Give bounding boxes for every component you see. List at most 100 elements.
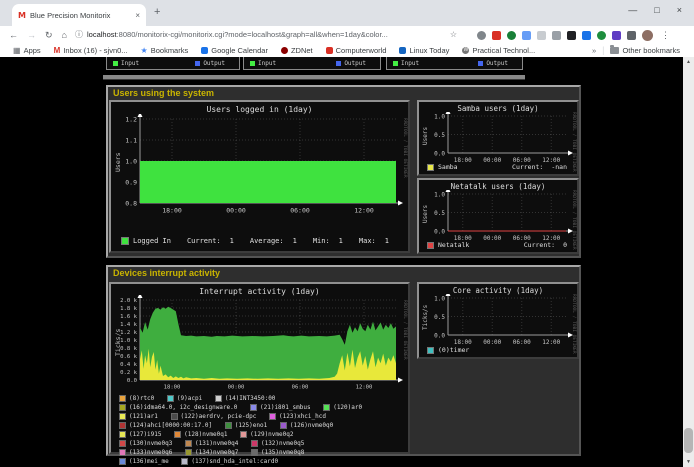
bookmark-linux-today[interactable]: Linux Today [399,46,449,55]
pin-extension-icon[interactable] [612,31,621,40]
svg-text:0.9: 0.9 [125,179,137,187]
zdnet-icon [281,47,288,54]
svg-text:18:00: 18:00 [162,207,182,215]
legend-swatch [185,449,192,456]
scrollbar-thumb[interactable] [684,428,693,453]
globe-extension-icon[interactable] [507,31,516,40]
queue-extension-icon[interactable] [627,31,636,40]
rrdtool-watermark: RRDTOOL / TOBI OETIKER [571,112,576,172]
window-minimize-button[interactable]: — [628,5,637,15]
core-activity-graph: Core activity (1day) Ticks/s 0.00.51.018… [417,282,579,359]
logged-in-swatch [121,237,129,245]
tab-title: Blue Precision Monitorix [30,11,131,20]
svg-text:18:00: 18:00 [164,385,181,391]
tab-strip: M Blue Precision Monitorix × + — □ × [0,0,694,26]
output-legend-swatch [336,61,341,66]
svg-text:0.2 k: 0.2 k [120,370,137,376]
bookmark-star-icon[interactable]: ☆ [450,30,457,39]
bookmark-zdnet[interactable]: ZDNet [281,46,313,55]
monitorix-page: Input Output Input Output Input Output U… [0,57,694,467]
legend-swatch [119,404,126,411]
svg-text:0.6 k: 0.6 k [120,354,137,360]
dark-extension-icon[interactable] [567,31,576,40]
window-maximize-button[interactable]: □ [654,5,659,15]
page-scrollbar[interactable]: ▲ ▼ [683,57,694,467]
legend-swatch [215,395,222,402]
speaker-extension-icon[interactable] [552,31,561,40]
interrupt-chart-legend: (8)rtc0 (9)acpi (14)INT3450:00 (16)idma6… [119,395,371,467]
tab-close-icon[interactable]: × [135,11,140,20]
rrdtool-watermark: RRDTOOL / TOBI OETIKER [402,300,407,360]
svg-text:1.0: 1.0 [434,191,445,198]
bookmark-apps[interactable]: ▦ Apps [13,46,41,55]
average-value: 1 [293,237,297,245]
bookmarks-overflow-chevron[interactable]: » [592,46,596,55]
bookmark-google-calendar[interactable]: Google Calendar [201,46,268,55]
browser-menu-icon[interactable]: ⋮ [661,30,670,41]
legend-swatch [174,431,181,438]
extensions-row: ⋮ [477,30,670,41]
browser-tab[interactable]: M Blue Precision Monitorix × [12,4,146,26]
address-bar[interactable]: ⓘ localhost:8080/monitorix-cgi/monitorix… [75,29,457,40]
window-close-button[interactable]: × [677,5,682,15]
svg-text:1.0: 1.0 [125,158,137,166]
users-chart-plot: 0.80.91.01.11.218:0000:0006:0012:00 [113,114,405,217]
square-extension-icon[interactable] [537,31,546,40]
bookmark-computerworld[interactable]: Computerworld [326,46,387,55]
svg-text:0.0: 0.0 [434,150,445,157]
home-icon[interactable]: ⌂ [62,30,67,40]
linux-today-icon [399,47,406,54]
messenger-extension-icon[interactable] [582,31,591,40]
wordpress-icon: W [462,47,469,54]
svg-text:1.0 k: 1.0 k [120,338,137,344]
legend-swatch [119,431,126,438]
legend-swatch [119,413,126,420]
section-users: Users using the system Users logged in (… [106,85,581,258]
min-value: 1 [339,237,343,245]
computerworld-icon [326,47,333,54]
bookmark-bookmarks[interactable]: ★ Bookmarks [141,46,189,55]
bookmarks-bar: ▦ Apps M Inbox (16) - sjvn0... ★ Bookmar… [0,43,694,57]
bookmark-practical-technology[interactable]: W Practical Technol... [462,46,535,55]
back-icon[interactable]: ← [9,30,18,40]
svg-text:0.4 k: 0.4 k [120,362,137,368]
legend-swatch [240,431,247,438]
svg-text:1.0: 1.0 [434,113,445,120]
star-icon: ★ [141,47,148,54]
scroll-up-icon[interactable]: ▲ [683,59,694,65]
partial-graph-box: Input Output [106,57,240,70]
new-tab-button[interactable]: + [154,7,160,18]
scroll-down-icon[interactable]: ▼ [683,459,694,465]
input-legend-swatch [393,61,398,66]
folder-icon [610,47,619,54]
bookmarks-separator: | [602,45,604,55]
svg-text:06:00: 06:00 [290,207,310,215]
reload-icon[interactable]: ↻ [45,30,53,40]
legend-swatch [119,422,126,429]
profile-avatar[interactable] [642,30,653,41]
legend-swatch [181,458,188,465]
svg-text:1.2 k: 1.2 k [120,330,137,336]
bookmark-inbox[interactable]: M Inbox (16) - sjvn0... [54,46,128,55]
other-bookmarks-button[interactable]: Other bookmarks [610,46,680,55]
users-logged-in-graph: Users logged in (1day) Users 0.80.91.01.… [109,100,410,253]
legend-swatch [251,440,258,447]
search-extension-icon[interactable] [477,31,486,40]
svg-text:06:00: 06:00 [292,385,309,391]
green-circle-extension-icon[interactable] [597,31,606,40]
calendar-icon [201,47,208,54]
input-legend-swatch [113,61,118,66]
svg-text:12:00: 12:00 [354,207,374,215]
browser-window: M Blue Precision Monitorix × + — □ × ← →… [0,0,694,467]
svg-text:0.8: 0.8 [125,200,137,208]
svg-text:1.4 k: 1.4 k [120,322,137,328]
svg-text:06:00: 06:00 [513,339,531,346]
pages-extension-icon[interactable] [522,31,531,40]
legend-swatch [269,413,276,420]
page-info-icon[interactable]: ⓘ [75,29,83,40]
svg-text:0.0: 0.0 [434,228,445,235]
output-legend-swatch [195,61,200,66]
svg-text:12:00: 12:00 [542,339,560,346]
forward-icon[interactable]: → [27,30,36,40]
mail-extension-icon[interactable] [492,31,501,40]
